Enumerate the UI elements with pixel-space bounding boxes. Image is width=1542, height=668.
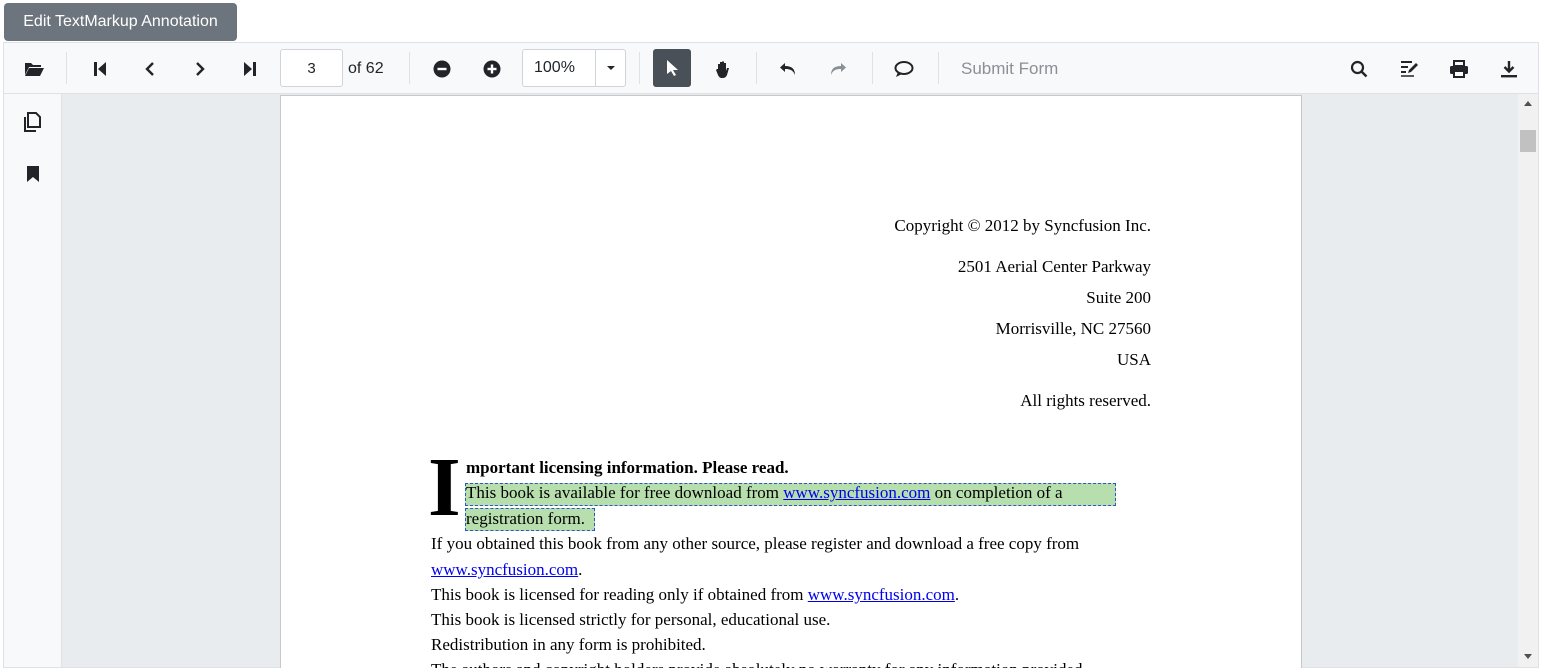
syncfusion-link[interactable]: www.syncfusion.com [808,585,955,604]
zoom-out-icon[interactable] [424,43,460,94]
redo-icon[interactable] [820,43,856,94]
address-line: USA [1116,350,1151,369]
folder-open-icon[interactable] [14,43,54,94]
last-page-icon[interactable] [232,43,268,94]
paragraph-line: The authors and copyright holders provid… [431,660,1087,668]
zoom-value: 100% [523,50,596,86]
total-pages-label: of 62 [348,60,384,77]
paragraph-line: If you obtained this book from any other… [431,534,1080,553]
zoom-dropdown[interactable]: 100% [522,49,626,87]
syncfusion-link[interactable]: www.syncfusion.com [431,560,578,579]
paragraph-line: This book is licensed strictly for perso… [431,610,831,629]
first-page-icon[interactable] [82,43,118,94]
address-line: 2501 Aerial Center Parkway [957,257,1151,276]
chevron-down-icon[interactable] [596,50,625,86]
search-icon[interactable] [1341,43,1377,94]
paragraph-line: This book is licensed for reading only i… [431,585,960,604]
vertical-scrollbar[interactable] [1518,94,1538,667]
edit-annotation-icon[interactable] [1391,43,1427,94]
undo-icon[interactable] [770,43,806,94]
syncfusion-link[interactable]: www.syncfusion.com [783,483,930,502]
current-page-input[interactable] [280,49,343,87]
text-select-icon[interactable] [653,49,691,87]
paragraph-line: Redistribution in any form is prohibited… [431,635,706,654]
drop-cap: I [428,441,461,534]
next-page-icon[interactable] [182,43,218,94]
rights-text: All rights reserved. [1020,391,1151,410]
submit-form-button[interactable]: Submit Form [961,43,1058,94]
pdf-viewer: of 62 100% [3,42,1539,668]
navigation-sidebar [4,94,62,667]
comment-icon[interactable] [886,43,922,94]
scrollbar-thumb[interactable] [1520,130,1536,152]
page-thumbnails-icon[interactable] [4,100,62,144]
license-heading: mportant licensing information. Please r… [466,458,789,477]
address-line: Suite 200 [1086,288,1151,307]
pan-hand-icon[interactable] [704,43,742,94]
paragraph-line: This book is available for free download… [466,483,1063,502]
zoom-in-icon[interactable] [474,43,510,94]
main-toolbar: of 62 100% [4,43,1538,94]
previous-page-icon[interactable] [132,43,168,94]
paragraph-line: registration form. [466,509,585,528]
address-line: Morrisville, NC 27560 [995,319,1151,338]
bookmark-icon[interactable] [4,152,62,196]
scroll-down-icon[interactable] [1518,647,1538,665]
print-icon[interactable] [1441,43,1477,94]
download-icon[interactable] [1491,43,1527,94]
paragraph-line: www.syncfusion.com. [431,560,583,579]
copyright-text: Copyright © 2012 by Syncfusion Inc. [894,216,1151,235]
pdf-page[interactable]: Copyright © 2012 by Syncfusion Inc. 2501… [280,95,1302,668]
edit-textmarkup-annotation-button[interactable]: Edit TextMarkup Annotation [4,3,237,41]
scroll-up-icon[interactable] [1518,94,1538,112]
